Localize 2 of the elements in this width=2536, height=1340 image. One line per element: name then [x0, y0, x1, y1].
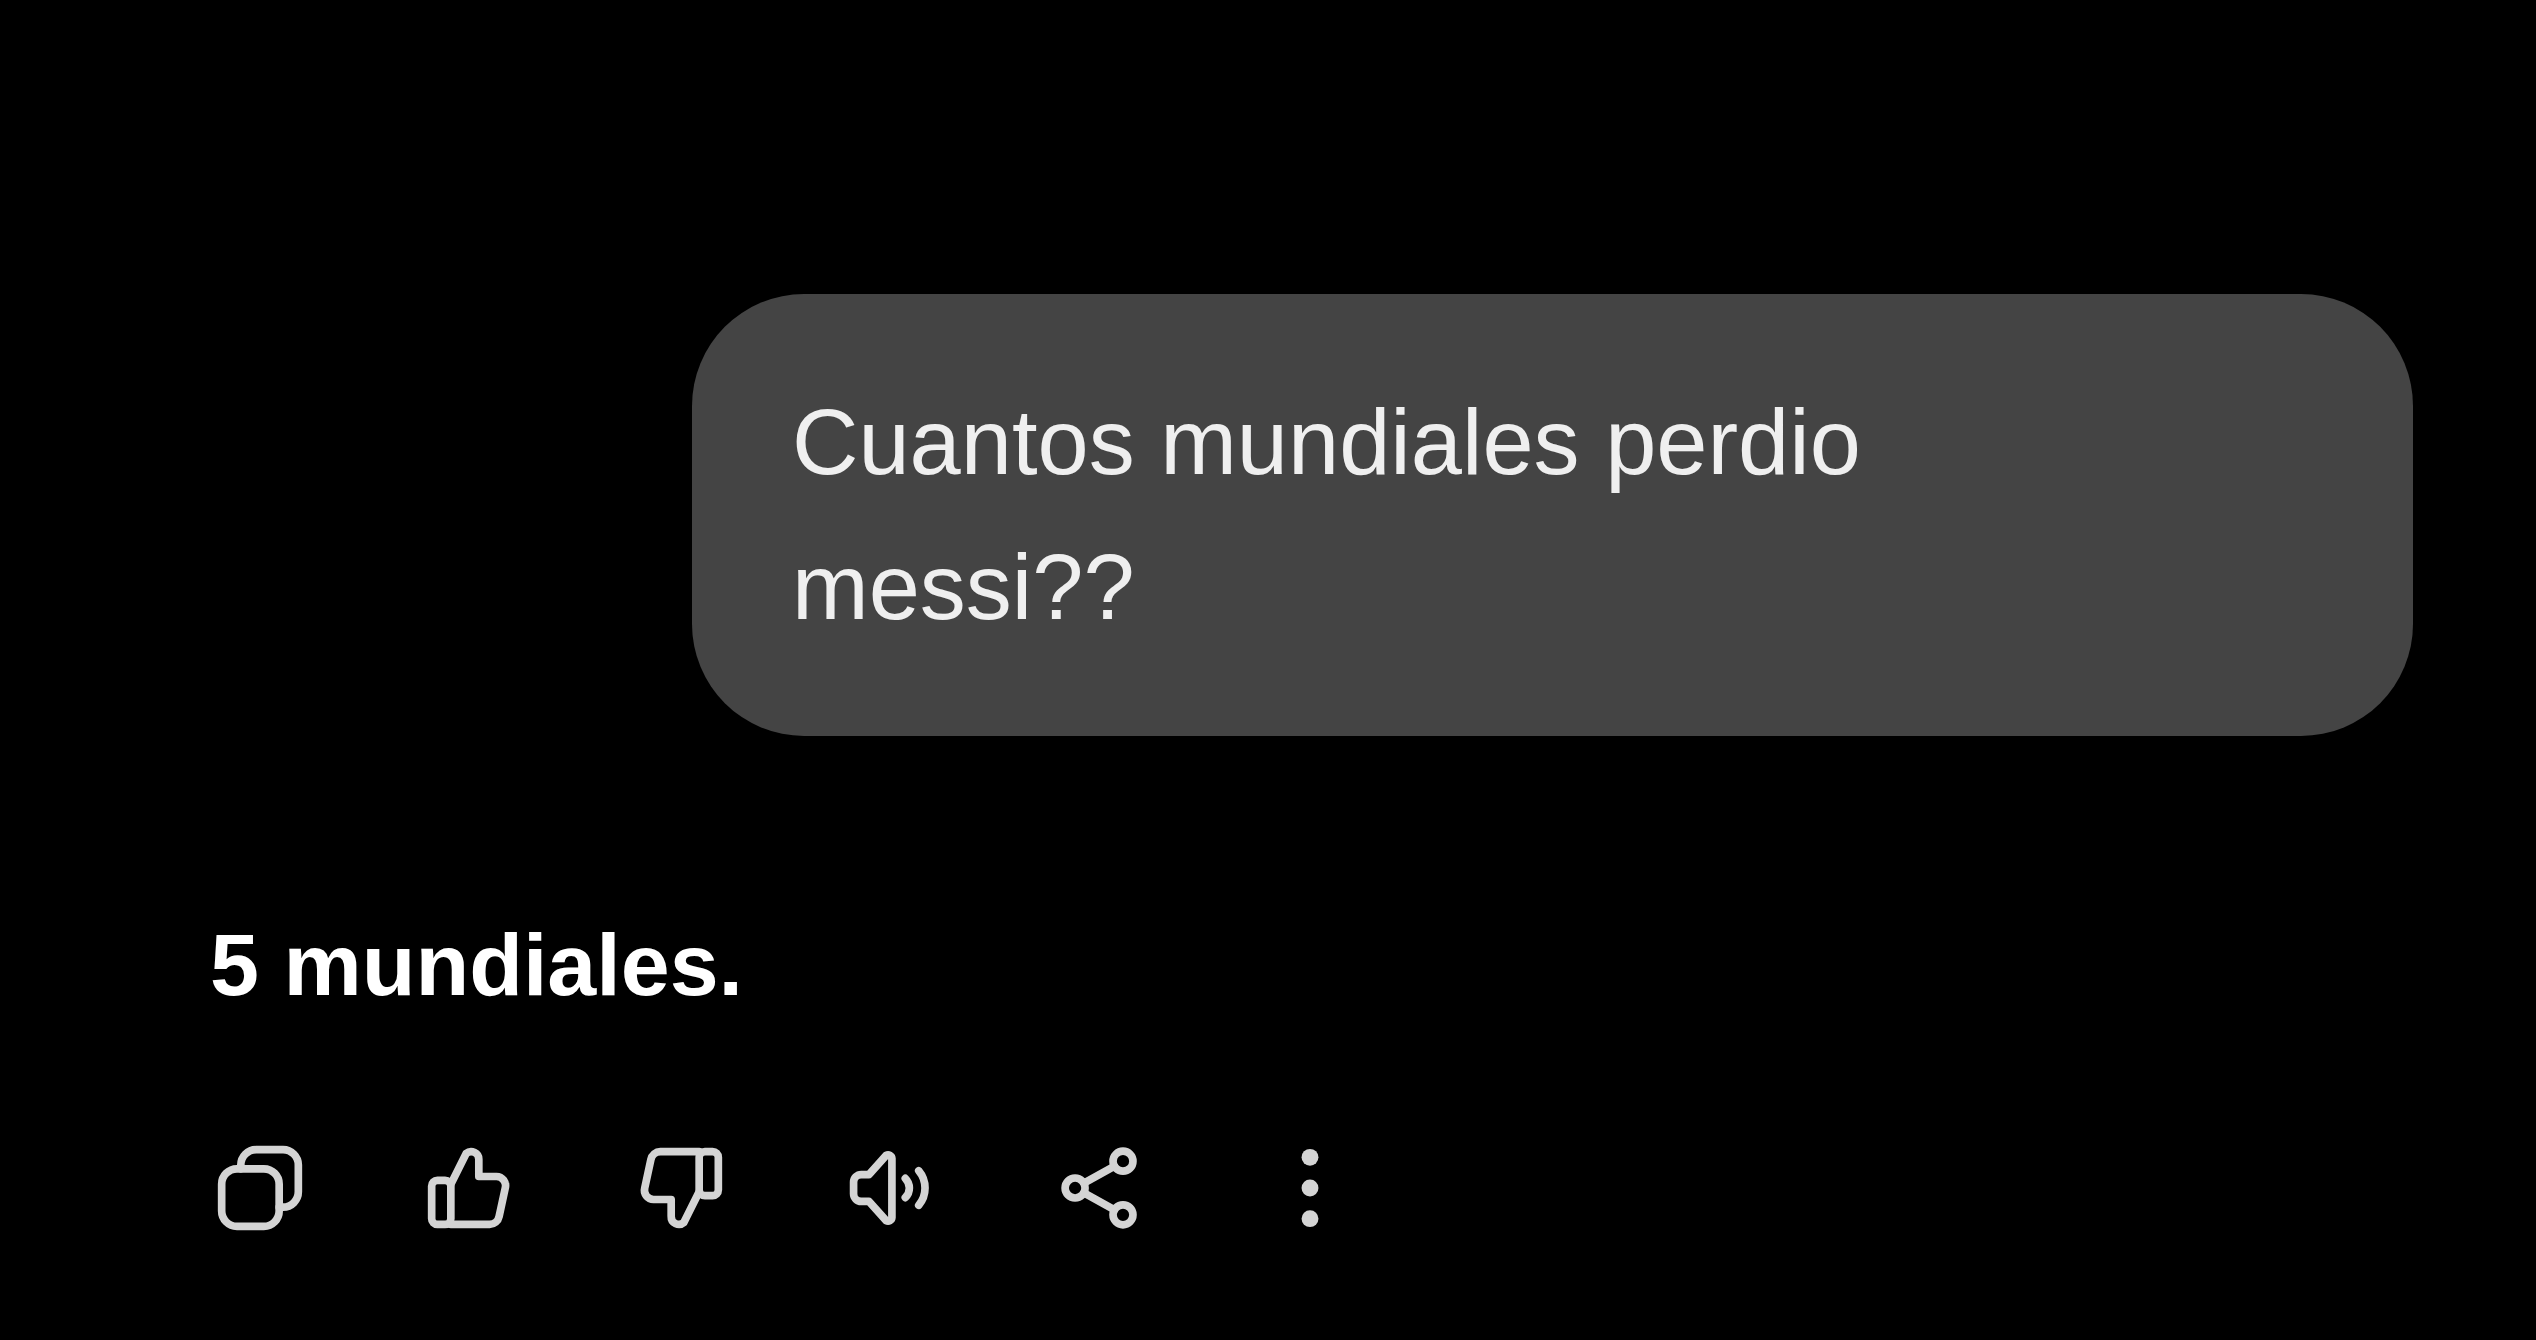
user-message-text: Cuantos mundiales perdio messi?? — [792, 390, 1862, 640]
answer-text: 5 mundiales. — [210, 914, 745, 1016]
